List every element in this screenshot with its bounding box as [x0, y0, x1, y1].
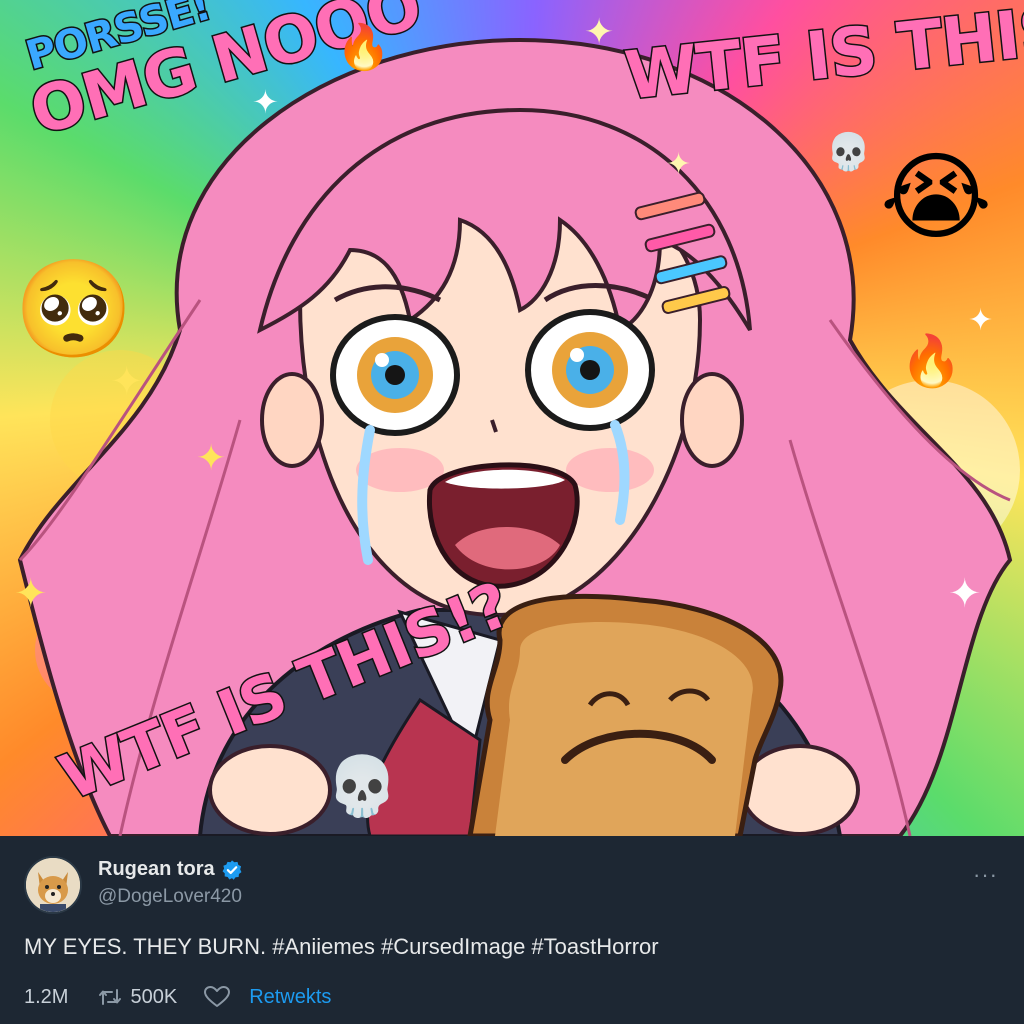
tweet-card: Rugean tora @DogeLover420 ··· MY EYES. T…: [0, 836, 1024, 1024]
sparkle-icon: ✦: [196, 437, 227, 478]
author-name-row: Rugean tora: [98, 858, 243, 881]
pleading-face-icon: 🥺: [14, 256, 134, 363]
tweet-actions: 1.2M 500K Retwekts: [24, 984, 331, 1010]
sparkle-icon: ✦: [14, 572, 48, 616]
retweet-icon: [99, 989, 122, 1005]
tweet-text: MY EYES. THEY BURN. #Aniiemes #CursedIma…: [24, 934, 659, 959]
skull-icon: 💀: [826, 131, 871, 172]
sparkle-icon: ✦: [584, 11, 615, 52]
skull-icon: 💀: [326, 754, 399, 819]
verified-badge-icon: [222, 859, 242, 880]
sparkle-icon: ✦: [252, 84, 279, 120]
user-handle[interactable]: @DogeLover420: [98, 886, 242, 908]
retweet-count: 500K: [130, 985, 178, 1008]
retweet-button[interactable]: 500K: [98, 986, 177, 1009]
avatar[interactable]: [24, 856, 82, 914]
more-options-button[interactable]: ···: [973, 862, 998, 888]
display-name[interactable]: Rugean tora: [98, 858, 215, 881]
sparkle-icon: ✦: [968, 304, 994, 337]
doge-avatar-icon: [26, 858, 80, 912]
heart-icon: [204, 986, 231, 1007]
retweets-link[interactable]: Retwekts: [249, 986, 331, 1009]
views-value: 1.2M: [24, 985, 69, 1008]
sparkle-icon: ✦: [110, 360, 144, 404]
like-button[interactable]: [203, 985, 231, 1009]
meme-image[interactable]: PORSSE! OMG NOOO WTF IS THIS!? WTF IS TH…: [0, 0, 1024, 836]
crying-face-icon: 😭: [880, 144, 993, 251]
fire-icon: 🔥: [336, 23, 391, 72]
views-count[interactable]: 1.2M: [24, 986, 68, 1009]
sparkle-icon: ✦: [948, 572, 982, 616]
sparkle-icon: ✦: [666, 148, 692, 181]
fire-icon: 🔥: [900, 333, 963, 389]
